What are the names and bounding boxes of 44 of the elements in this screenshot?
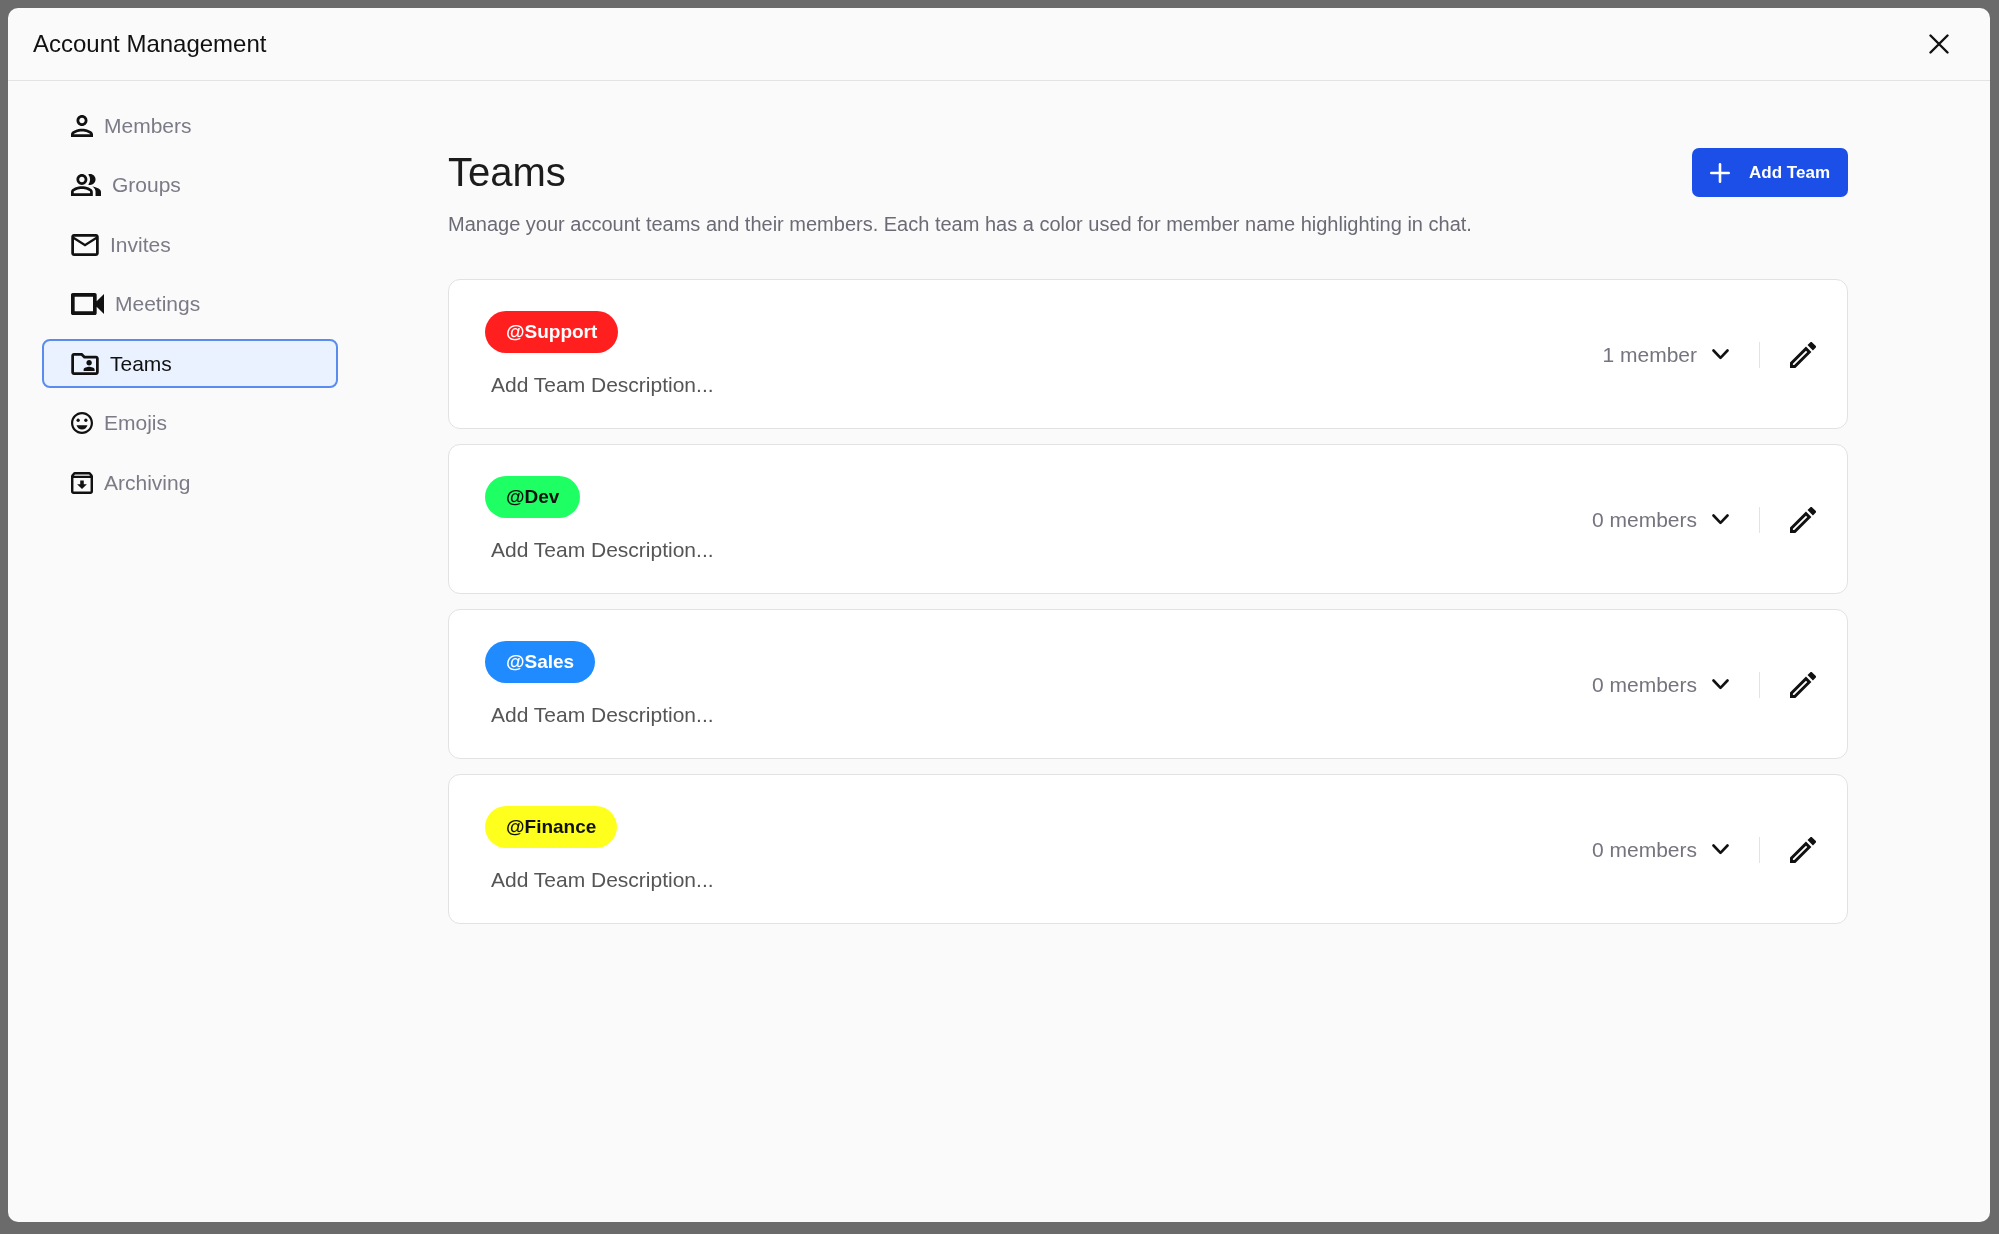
sidebar-item[interactable]: Archiving xyxy=(42,458,338,507)
team-description: Add Team Description... xyxy=(491,537,714,563)
edit-button[interactable] xyxy=(1790,671,1816,698)
team-tag: @Dev xyxy=(485,476,581,518)
team-description: Add Team Description... xyxy=(491,867,714,893)
pencil-icon xyxy=(1790,671,1816,698)
edit-button[interactable] xyxy=(1790,341,1816,368)
team-tag: @Support xyxy=(485,311,619,353)
pencil-icon xyxy=(1790,836,1816,863)
sidebar-item[interactable]: Teams xyxy=(42,339,338,388)
archive-box-icon xyxy=(71,471,93,494)
page-title: Teams xyxy=(448,149,566,196)
person-icon xyxy=(71,114,93,137)
member-count-dropdown[interactable]: 0 members xyxy=(1591,507,1729,532)
sidebar-item[interactable]: Meetings xyxy=(42,279,338,329)
chevron-down-icon xyxy=(1712,514,1729,525)
team-description: Add Team Description... xyxy=(491,702,714,728)
sidebar-item[interactable]: Emojis xyxy=(42,398,338,448)
add-team-button[interactable]: Add Team xyxy=(1692,148,1848,197)
pencil-icon xyxy=(1790,506,1816,533)
people-icon xyxy=(71,174,101,196)
envelope-icon xyxy=(71,233,99,256)
sidebar-item[interactable]: Groups xyxy=(42,160,338,210)
sidebar-item[interactable]: Invites xyxy=(42,220,338,269)
folder-person-icon xyxy=(71,352,99,375)
plus-icon xyxy=(1710,162,1731,183)
member-count-dropdown[interactable]: 0 members xyxy=(1591,837,1729,862)
dialog-title: Account Management xyxy=(33,30,267,58)
page-description: Manage your account teams and their members. Each team has a color used for member name highlighting in chat. xyxy=(448,212,1473,237)
member-count-dropdown[interactable]: 1 member xyxy=(1602,342,1729,367)
team-tag: @Sales xyxy=(485,641,596,683)
edit-button[interactable] xyxy=(1790,506,1816,533)
team-tag: @Finance xyxy=(485,806,618,848)
edit-button[interactable] xyxy=(1790,836,1816,863)
close-icon xyxy=(1929,34,1949,54)
member-count-dropdown[interactable]: 0 members xyxy=(1591,672,1729,697)
chevron-down-icon xyxy=(1712,844,1729,855)
smiley-icon xyxy=(71,412,93,434)
chevron-down-icon xyxy=(1712,679,1729,690)
video-camera-icon xyxy=(71,293,104,315)
chevron-down-icon xyxy=(1712,349,1729,360)
sidebar-item[interactable]: Members xyxy=(42,101,338,150)
team-description: Add Team Description... xyxy=(491,372,714,398)
pencil-icon xyxy=(1790,341,1816,368)
